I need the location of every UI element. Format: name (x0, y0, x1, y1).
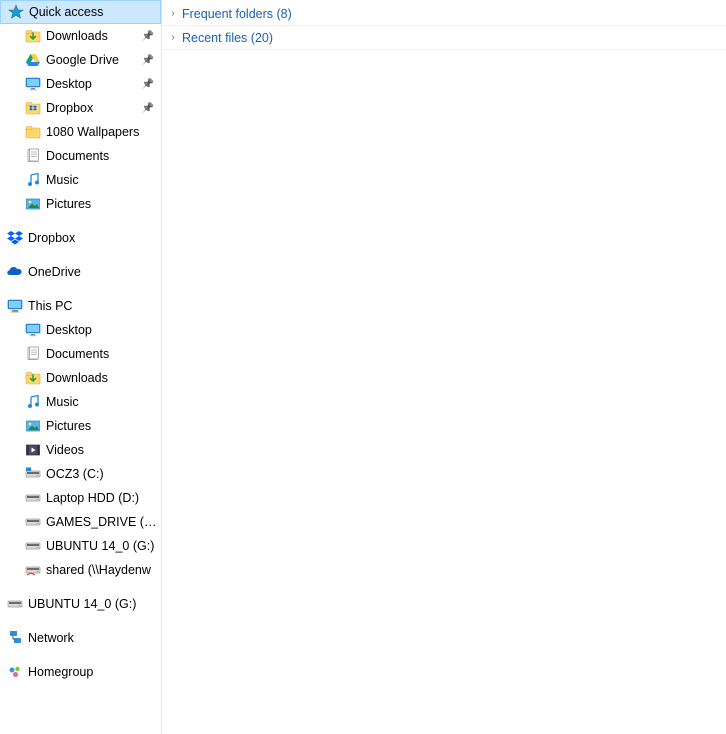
music-icon (24, 171, 42, 189)
quick-access-icon (7, 3, 25, 21)
nav-label: UBUNTU 14_0 (G:) (28, 597, 157, 611)
pin-icon: 📌 (141, 31, 155, 42)
nav-label: Downloads (46, 29, 141, 43)
nav-label: Documents (46, 149, 157, 163)
nav-network[interactable]: Network (0, 626, 161, 650)
pin-icon: 📌 (141, 79, 155, 90)
nav-pc-item[interactable]: Documents (0, 342, 161, 366)
nav-qa-item[interactable]: Google Drive📌 (0, 48, 161, 72)
content-pane: › Frequent folders (8) › Recent files (2… (162, 0, 726, 734)
documents-icon (24, 147, 42, 165)
dropbox-icon (6, 229, 24, 247)
nav-qa-item[interactable]: Dropbox📌 (0, 96, 161, 120)
nav-qa-item[interactable]: 1080 Wallpapers (0, 120, 161, 144)
documents-icon (24, 345, 42, 363)
disk-icon (24, 513, 42, 531)
homegroup-icon (6, 663, 24, 681)
onedrive-icon (6, 263, 24, 281)
nav-pc-item[interactable]: Music (0, 390, 161, 414)
disk-icon (24, 489, 42, 507)
nav-label: 1080 Wallpapers (46, 125, 157, 139)
nav-label: GAMES_DRIVE (E:) (46, 515, 157, 529)
desktop-icon (24, 321, 42, 339)
pictures-icon (24, 195, 42, 213)
nav-label: Documents (46, 347, 157, 361)
download-icon (24, 369, 42, 387)
nav-qa-item[interactable]: Downloads📌 (0, 24, 161, 48)
nav-label: OCZ3 (C:) (46, 467, 157, 481)
videos-icon (24, 441, 42, 459)
nav-label: Music (46, 173, 157, 187)
nav-label: Homegroup (28, 665, 157, 679)
nav-dropbox[interactable]: Dropbox (0, 226, 161, 250)
music-icon (24, 393, 42, 411)
nav-label: Desktop (46, 323, 157, 337)
nav-label: Videos (46, 443, 157, 457)
netdrive-icon (24, 561, 42, 579)
network-icon (6, 629, 24, 647)
desktop-icon (24, 75, 42, 93)
nav-ubuntu-drive[interactable]: UBUNTU 14_0 (G:) (0, 592, 161, 616)
group-frequent-folders[interactable]: › Frequent folders (8) (162, 2, 726, 26)
dropbox-folder-icon (24, 99, 42, 117)
nav-label: Laptop HDD (D:) (46, 491, 157, 505)
nav-label: Dropbox (28, 231, 157, 245)
nav-pc-item[interactable]: Desktop (0, 318, 161, 342)
nav-pc-item[interactable]: UBUNTU 14_0 (G:) (0, 534, 161, 558)
nav-qa-item[interactable]: Documents (0, 144, 161, 168)
nav-pc-item[interactable]: GAMES_DRIVE (E:) (0, 510, 161, 534)
nav-pc-item[interactable]: Laptop HDD (D:) (0, 486, 161, 510)
nav-label: UBUNTU 14_0 (G:) (46, 539, 157, 553)
chevron-right-icon: › (166, 8, 180, 19)
group-label: Frequent folders (8) (182, 7, 292, 21)
nav-pc-item[interactable]: Pictures (0, 414, 161, 438)
nav-label: Music (46, 395, 157, 409)
nav-quick-access[interactable]: Quick access (0, 0, 161, 24)
pin-icon: 📌 (141, 103, 155, 114)
navigation-pane: Quick access Downloads📌Google Drive📌Desk… (0, 0, 162, 734)
nav-pc-item[interactable]: Videos (0, 438, 161, 462)
nav-label: Downloads (46, 371, 157, 385)
nav-label: OneDrive (28, 265, 157, 279)
nav-label: Desktop (46, 77, 141, 91)
nav-label: Pictures (46, 419, 157, 433)
download-icon (24, 27, 42, 45)
nav-homegroup[interactable]: Homegroup (0, 660, 161, 684)
disk-icon (24, 537, 42, 555)
disk-os-icon (24, 465, 42, 483)
gdrive-icon (24, 51, 42, 69)
nav-this-pc[interactable]: This PC (0, 294, 161, 318)
nav-qa-item[interactable]: Music (0, 168, 161, 192)
nav-label: Dropbox (46, 101, 141, 115)
chevron-right-icon: › (166, 32, 180, 43)
folder-icon (24, 123, 42, 141)
nav-label: shared (\\Haydenw (46, 563, 157, 577)
nav-qa-item[interactable]: Desktop📌 (0, 72, 161, 96)
nav-pc-item[interactable]: OCZ3 (C:) (0, 462, 161, 486)
nav-pc-item[interactable]: shared (\\Haydenw (0, 558, 161, 582)
group-label: Recent files (20) (182, 31, 273, 45)
nav-label: Google Drive (46, 53, 141, 67)
disk-icon (6, 595, 24, 613)
nav-onedrive[interactable]: OneDrive (0, 260, 161, 284)
nav-label: Quick access (29, 5, 156, 19)
nav-label: Pictures (46, 197, 157, 211)
nav-label: Network (28, 631, 157, 645)
nav-qa-item[interactable]: Pictures (0, 192, 161, 216)
pictures-icon (24, 417, 42, 435)
nav-pc-item[interactable]: Downloads (0, 366, 161, 390)
nav-label: This PC (28, 299, 157, 313)
group-recent-files[interactable]: › Recent files (20) (162, 26, 726, 50)
pin-icon: 📌 (141, 55, 155, 66)
this-pc-icon (6, 297, 24, 315)
